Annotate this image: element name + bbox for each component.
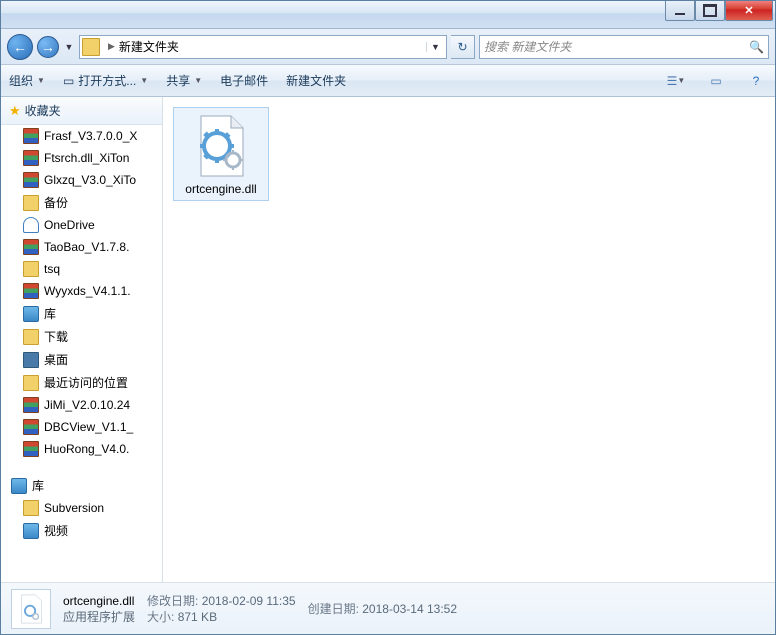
dll-file-icon [189, 114, 253, 178]
search-input[interactable]: 搜索 新建文件夹 🔍 [479, 35, 769, 59]
folder-icon [23, 195, 39, 211]
sidebar-item[interactable]: tsq [1, 258, 162, 280]
details-thumbnail [11, 589, 51, 629]
refresh-button[interactable]: ↻ [451, 35, 475, 59]
address-bar: ← → ▼ ▶ 新建文件夹 ▼ ↻ 搜索 新建文件夹 🔍 [1, 29, 775, 65]
details-filename: ortcengine.dll [63, 593, 135, 609]
sidebar-item-label: 桌面 [44, 351, 68, 368]
breadcrumb-folder[interactable]: 新建文件夹 [119, 38, 179, 55]
rar-icon [23, 150, 39, 166]
folder-icon [82, 38, 100, 56]
file-list[interactable]: ortcengine.dll [163, 97, 775, 582]
minimize-button[interactable] [665, 1, 695, 21]
rar-icon [23, 397, 39, 413]
new-folder-button[interactable]: 新建文件夹 [286, 72, 346, 89]
view-options-button[interactable]: ☰ ▼ [665, 70, 687, 92]
close-button[interactable] [725, 1, 773, 21]
sidebar-item-label: Ftsrch.dll_XiTon [44, 151, 129, 165]
sidebar-item-label: Subversion [44, 501, 104, 515]
sidebar-item-label: TaoBao_V1.7.8. [44, 240, 129, 254]
rar-icon [23, 239, 39, 255]
star-icon: ★ [9, 103, 21, 119]
lib-icon [23, 523, 39, 539]
rar-icon [23, 419, 39, 435]
details-pane: ortcengine.dll 应用程序扩展 修改日期: 2018-02-09 1… [1, 582, 775, 634]
rar-icon [23, 128, 39, 144]
sidebar-item[interactable]: 桌面 [1, 348, 162, 371]
library-icon [11, 478, 27, 494]
sidebar-item[interactable]: 库 [1, 302, 162, 325]
sidebar-item[interactable]: OneDrive [1, 214, 162, 236]
share-menu[interactable]: 共享▼ [166, 72, 202, 89]
search-placeholder: 搜索 新建文件夹 [484, 38, 571, 55]
sidebar-item[interactable]: TaoBao_V1.7.8. [1, 236, 162, 258]
nav-forward-button[interactable]: → [37, 36, 59, 58]
sidebar-item[interactable]: DBCView_V1.1_ [1, 416, 162, 438]
sidebar-item[interactable]: 下载 [1, 325, 162, 348]
organize-menu[interactable]: 组织▼ [9, 72, 45, 89]
folder-icon [23, 375, 39, 391]
help-button[interactable]: ? [745, 70, 767, 92]
cloud-icon [23, 217, 39, 233]
open-with-icon: ▭ [63, 74, 74, 88]
details-name-col: ortcengine.dll 应用程序扩展 [63, 593, 135, 625]
rar-icon [23, 283, 39, 299]
sidebar-item[interactable]: Subversion [1, 497, 162, 519]
email-button[interactable]: 电子邮件 [220, 72, 268, 89]
sidebar-item[interactable]: 备份 [1, 191, 162, 214]
details-filetype: 应用程序扩展 [63, 609, 135, 625]
sidebar-item-label: 备份 [44, 194, 68, 211]
toolbar: 组织▼ ▭ 打开方式...▼ 共享▼ 电子邮件 新建文件夹 ☰ ▼ ▭ ? [1, 65, 775, 97]
sidebar-item-label: tsq [44, 262, 60, 276]
details-modified-col: 修改日期: 2018-02-09 11:35 大小: 871 KB [147, 593, 296, 625]
sidebar-item-label: Wyyxds_V4.1.1. [44, 284, 131, 298]
sidebar-item[interactable]: Ftsrch.dll_XiTon [1, 147, 162, 169]
sidebar-item[interactable]: 视频 [1, 519, 162, 542]
preview-pane-button[interactable]: ▭ [705, 70, 727, 92]
sidebar-item-label: HuoRong_V4.0. [44, 442, 129, 456]
file-item-ortcengine[interactable]: ortcengine.dll [173, 107, 269, 201]
chevron-right-icon: ▶ [104, 41, 119, 52]
desk-icon [23, 352, 39, 368]
open-with-menu[interactable]: ▭ 打开方式...▼ [63, 72, 148, 89]
favorites-header[interactable]: ★ 收藏夹 [1, 97, 162, 125]
sidebar-item[interactable]: Glxzq_V3.0_XiTo [1, 169, 162, 191]
sidebar-item-label: Glxzq_V3.0_XiTo [44, 173, 136, 187]
rar-icon [23, 172, 39, 188]
sidebar-item-label: JiMi_V2.0.10.24 [44, 398, 130, 412]
sidebar-item-label: 库 [44, 305, 56, 322]
sidebar-item[interactable]: Wyyxds_V4.1.1. [1, 280, 162, 302]
sidebar-item[interactable]: Frasf_V3.7.0.0_X [1, 125, 162, 147]
sidebar-item-label: DBCView_V1.1_ [44, 420, 133, 434]
breadcrumb-dropdown[interactable]: ▼ [426, 42, 444, 52]
file-label: ortcengine.dll [185, 182, 256, 196]
rar-icon [23, 441, 39, 457]
sidebar-item-label: 下载 [44, 328, 68, 345]
sidebar-item-label: Frasf_V3.7.0.0_X [44, 129, 137, 143]
sidebar-item-label: 视频 [44, 522, 68, 539]
sidebar-item-label: 最近访问的位置 [44, 374, 128, 391]
navigation-pane: ★ 收藏夹 Frasf_V3.7.0.0_X Ftsrch.dll_XiTon Gl… [1, 97, 163, 582]
main-area: ★ 收藏夹 Frasf_V3.7.0.0_X Ftsrch.dll_XiTon Gl… [1, 97, 775, 582]
sidebar-item[interactable]: HuoRong_V4.0. [1, 438, 162, 460]
breadcrumb[interactable]: ▶ 新建文件夹 ▼ [79, 35, 447, 59]
details-created-col: 创建日期: 2018-03-14 13:52 [308, 601, 457, 617]
sidebar-item[interactable]: JiMi_V2.0.10.24 [1, 394, 162, 416]
library-header[interactable]: 库 [1, 474, 162, 497]
nav-history-dropdown[interactable]: ▼ [63, 37, 75, 57]
sidebar-item[interactable]: 最近访问的位置 [1, 371, 162, 394]
lib-icon [23, 306, 39, 322]
nav-back-button[interactable]: ← [7, 34, 33, 60]
folder-icon [23, 261, 39, 277]
folder-icon [23, 329, 39, 345]
folder-icon [23, 500, 39, 516]
sidebar-item-label: OneDrive [44, 218, 95, 232]
window-titlebar [1, 1, 775, 29]
search-icon[interactable]: 🔍 [749, 40, 764, 54]
maximize-button[interactable] [695, 1, 725, 21]
